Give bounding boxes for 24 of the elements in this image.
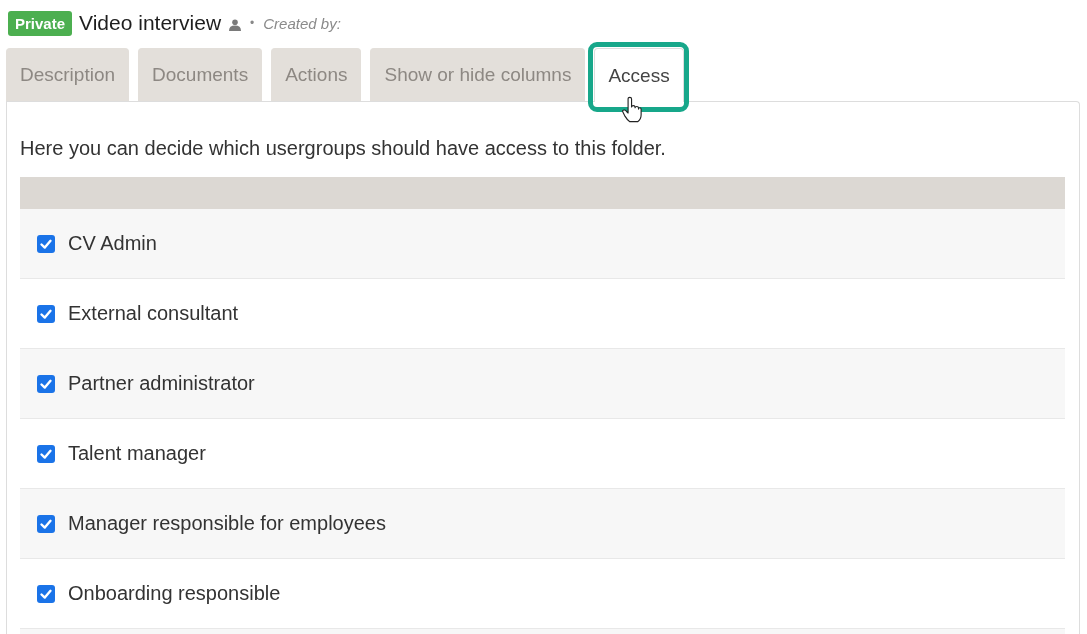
- page-title: Video interview: [79, 11, 222, 35]
- checkbox[interactable]: [37, 374, 55, 393]
- usergroup-label: CV Admin: [68, 232, 157, 255]
- created-by-label: Created by:: [263, 14, 341, 32]
- checkbox[interactable]: [37, 584, 55, 603]
- usergroup-label: Manager responsible for employees: [68, 512, 386, 535]
- hand-cursor-icon: [622, 96, 643, 123]
- usergroup-label: External consultant: [68, 302, 239, 325]
- usergroup-label: Talent manager: [68, 442, 206, 465]
- checkbox[interactable]: [37, 514, 55, 533]
- checkbox[interactable]: [37, 234, 55, 253]
- checkbox[interactable]: [37, 304, 55, 323]
- tab[interactable]: Show or hide columns: [370, 48, 586, 101]
- tab[interactable]: Documents: [138, 48, 263, 101]
- tab[interactable]: Description: [6, 48, 130, 101]
- usergroup-label: Partner administrator: [68, 372, 255, 395]
- private-badge: Private: [8, 10, 73, 36]
- intro-text: Here you can decide which usergroups should have access to this folder.: [20, 136, 667, 160]
- tab[interactable]: Actions: [271, 48, 362, 101]
- separator-dot: •: [250, 16, 255, 30]
- person-icon: [229, 18, 242, 31]
- tab[interactable]: Access: [594, 48, 684, 102]
- usergroup-label: Onboarding responsible: [68, 582, 281, 605]
- checkbox[interactable]: [37, 444, 55, 463]
